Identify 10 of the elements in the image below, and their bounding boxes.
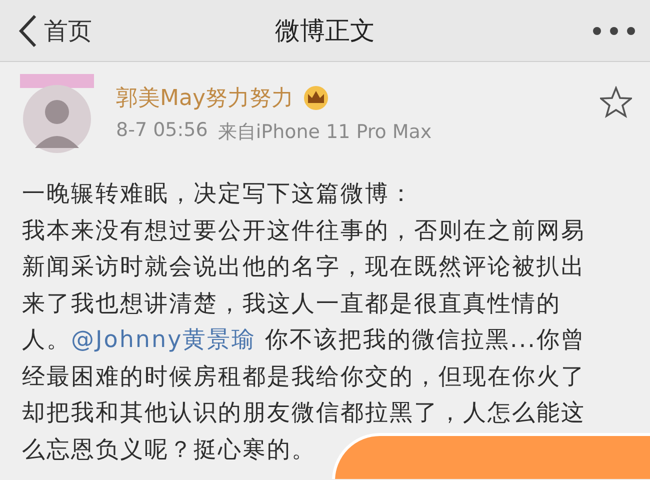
star-icon[interactable] <box>600 86 632 118</box>
post-time: 8-7 05:56 <box>116 119 208 143</box>
back-icon <box>18 14 38 48</box>
page-title: 微博正文 <box>275 16 375 45</box>
author-name[interactable]: 郭美May努力努力 <box>116 83 294 113</box>
avatar[interactable] <box>20 74 94 154</box>
back-button[interactable]: 首页 <box>18 14 92 48</box>
more-icon[interactable] <box>592 26 636 36</box>
mention-link[interactable]: @Johnny黄景瑜 <box>71 327 256 353</box>
post-source: 来自iPhone 11 Pro Max <box>218 120 432 145</box>
